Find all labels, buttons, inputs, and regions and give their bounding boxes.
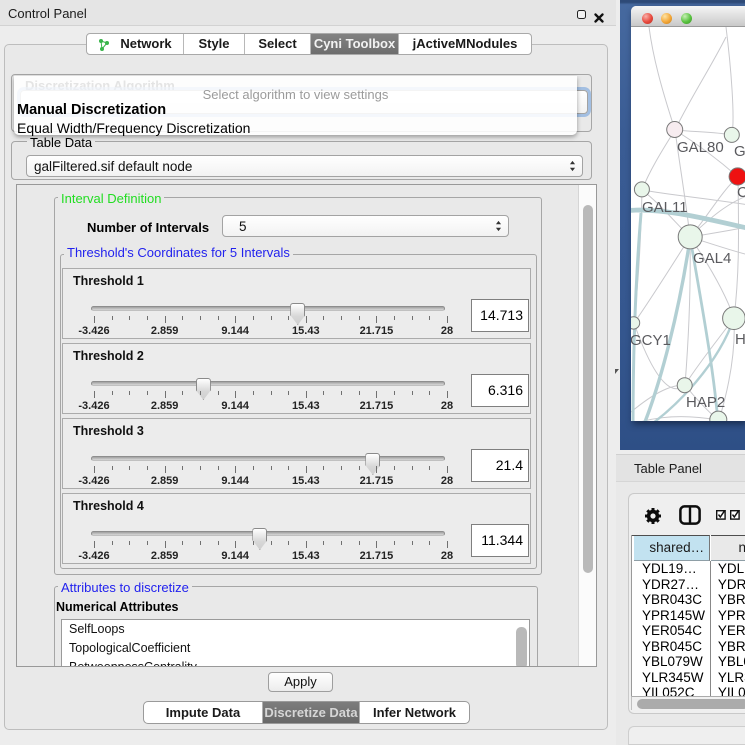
svg-text:H: H (735, 331, 745, 348)
svg-text:GCY1: GCY1 (631, 332, 671, 349)
svg-text:C: C (737, 184, 745, 201)
svg-text:GAL11: GAL11 (642, 199, 688, 216)
svg-text:G: G (734, 143, 745, 160)
svg-text:GAL4: GAL4 (693, 250, 731, 267)
svg-text:GAL80: GAL80 (677, 139, 724, 156)
svg-text:HAP2: HAP2 (686, 394, 725, 411)
